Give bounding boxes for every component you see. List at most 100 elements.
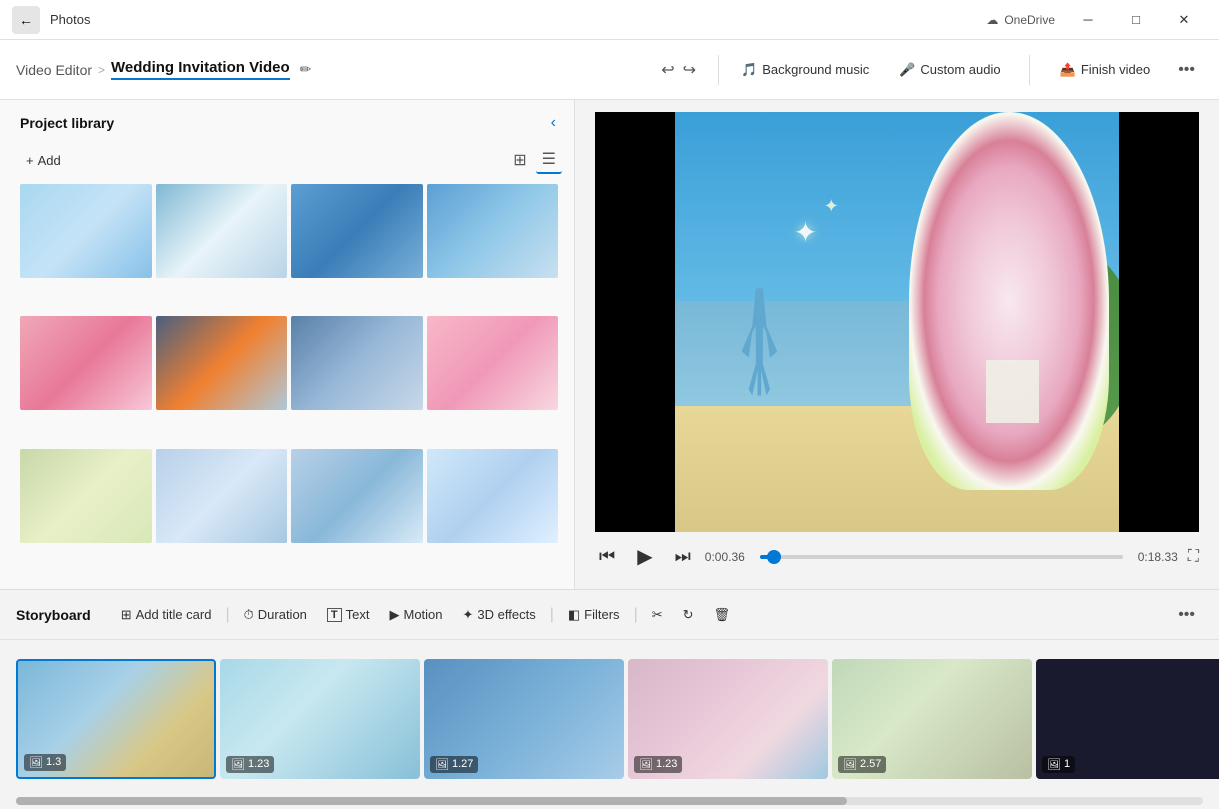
add-title-card-label: Add title card <box>136 607 212 622</box>
breadcrumb-link[interactable]: Video Editor <box>16 62 92 78</box>
add-label: Add <box>38 153 61 168</box>
storyboard-more-button[interactable]: ••• <box>1170 602 1203 628</box>
storyboard-item-duration: 1.27 <box>452 758 473 770</box>
library-title: Project library <box>20 115 114 131</box>
duration-button[interactable]: ⏱ Duration <box>234 602 317 628</box>
progress-slider[interactable] <box>760 547 1123 567</box>
storyboard-sep-3: | <box>634 606 638 624</box>
trim-button[interactable]: ✂ <box>642 602 673 628</box>
step-forward-button[interactable]: ⏭ <box>671 542 695 571</box>
storyboard-item[interactable]: 🖼 2.57 <box>832 659 1032 779</box>
custom-audio-label: Custom audio <box>920 62 1000 77</box>
motion-label: Motion <box>403 607 442 622</box>
list-item[interactable] <box>20 449 152 543</box>
storyboard-item[interactable]: 🖼 1.23 <box>220 659 420 779</box>
duration-label: Duration <box>258 607 307 622</box>
text-icon: T <box>327 608 342 622</box>
minimize-button[interactable]: ─ <box>1065 0 1111 40</box>
storyboard-scrollbar[interactable] <box>16 797 1203 805</box>
storyboard-item-label: 🖼 1.27 <box>430 756 478 773</box>
delete-icon: 🗑 <box>714 607 731 623</box>
storyboard-item[interactable]: 🖼 1.23 <box>628 659 828 779</box>
storyboard-scrollbar-thumb <box>16 797 847 805</box>
storyboard-area: Storyboard ⊞ Add title card | ⏱ Duration… <box>0 589 1219 809</box>
list-item[interactable] <box>156 449 288 543</box>
view-list-icon: ☰ <box>542 151 556 168</box>
main-area: Project library ‹ + Add ⊞ ☰ <box>0 100 1219 589</box>
list-item[interactable] <box>291 184 423 278</box>
image-icon: 🖼 <box>1047 758 1061 771</box>
toolbar-divider-2 <box>1029 55 1030 85</box>
3d-effects-button[interactable]: ✦ 3D effects <box>453 602 546 628</box>
storyboard-item-duration: 1.23 <box>656 758 677 770</box>
storyboard-item-duration: 1 <box>1064 758 1070 770</box>
duration-icon: ⏱ <box>244 607 254 623</box>
storyboard-item-label: 🖼 1.23 <box>634 756 682 773</box>
redo-button[interactable]: ↪ <box>683 60 696 80</box>
scene-sparkle <box>764 196 875 301</box>
storyboard-item-duration: 2.57 <box>860 758 881 770</box>
undo-button[interactable]: ↩ <box>661 60 674 80</box>
back-button[interactable]: ← <box>12 6 40 34</box>
video-scene <box>675 112 1119 532</box>
finish-video-button[interactable]: 📤 Finish video <box>1046 56 1165 84</box>
storyboard-item[interactable]: 🖼 1.3 <box>16 659 216 779</box>
video-controls: ⏮ ▶ ⏭ 0:00.36 0:18.33 ⛶ <box>595 532 1199 573</box>
library-add-button[interactable]: + Add <box>20 149 67 172</box>
fullscreen-button[interactable]: ⛶ <box>1188 548 1199 566</box>
motion-icon: ▶ <box>389 607 399 623</box>
storyboard-item-label: 🖼 1 <box>1042 756 1075 773</box>
list-item[interactable] <box>156 184 288 278</box>
slider-thumb[interactable] <box>767 550 781 564</box>
list-item[interactable] <box>156 316 288 410</box>
storyboard-item-duration: 1.23 <box>248 758 269 770</box>
list-item[interactable] <box>427 184 559 278</box>
storyboard-sep-2: | <box>550 606 554 624</box>
list-item[interactable] <box>427 449 559 543</box>
background-music-label: Background music <box>762 62 869 77</box>
storyboard-sep-1: | <box>225 606 229 624</box>
add-title-card-button[interactable]: ⊞ Add title card <box>111 602 222 628</box>
titlecard-icon: ⊞ <box>121 607 132 623</box>
next-frame-icon: ⏭ <box>675 546 691 566</box>
motion-button[interactable]: ▶ Motion <box>379 602 452 628</box>
play-button[interactable]: ▶ <box>629 540 660 573</box>
storyboard-toolbar: Storyboard ⊞ Add title card | ⏱ Duration… <box>0 590 1219 640</box>
filters-button[interactable]: ◧ Filters <box>558 602 630 628</box>
onedrive-icon: ☁ <box>986 13 998 27</box>
list-item[interactable] <box>20 316 152 410</box>
list-item[interactable] <box>291 449 423 543</box>
list-item[interactable] <box>20 184 152 278</box>
video-container <box>595 112 1199 532</box>
speed-button[interactable]: ↻ <box>673 602 704 628</box>
library-collapse-button[interactable]: ‹ <box>545 112 562 134</box>
breadcrumb-separator: > <box>98 63 105 77</box>
text-button[interactable]: T Text <box>317 602 380 627</box>
storyboard-item[interactable]: 🖼 1.27 <box>424 659 624 779</box>
3d-effects-icon: ✦ <box>463 607 474 623</box>
filters-label: Filters <box>584 607 619 622</box>
library-grid-view-button[interactable]: ⊞ <box>507 146 532 174</box>
delete-button[interactable]: 🗑 <box>704 602 741 628</box>
storyboard-content: 🖼 1.3 🖼 1.23 🖼 1.27 🖼 1.23 🖼 <box>0 640 1219 797</box>
total-time: 0:18.33 <box>1133 550 1178 564</box>
toolbar-actions: 🎵 Background music 🎤 Custom audio 📤 Fini… <box>729 55 1203 85</box>
scene-flowers <box>909 112 1109 490</box>
list-item[interactable] <box>427 316 559 410</box>
list-item[interactable] <box>291 316 423 410</box>
edit-pen-icon[interactable]: ✏ <box>300 61 312 78</box>
current-time: 0:00.36 <box>705 550 750 564</box>
storyboard-item-dark[interactable]: 🖼 1 <box>1036 659 1219 779</box>
close-button[interactable]: ✕ <box>1161 0 1207 40</box>
trim-icon: ✂ <box>652 607 663 623</box>
3d-effects-label: 3D effects <box>477 607 535 622</box>
toolbar-more-button[interactable]: ••• <box>1170 57 1203 83</box>
custom-audio-button[interactable]: 🎤 Custom audio <box>887 56 1012 84</box>
storyboard-item-label: 🖼 2.57 <box>838 756 886 773</box>
slider-track <box>760 555 1123 559</box>
image-icon: 🖼 <box>231 758 245 771</box>
step-back-button[interactable]: ⏮ <box>595 542 619 571</box>
background-music-button[interactable]: 🎵 Background music <box>729 56 881 84</box>
maximize-button[interactable]: □ <box>1113 0 1159 40</box>
library-list-view-button[interactable]: ☰ <box>536 146 562 174</box>
